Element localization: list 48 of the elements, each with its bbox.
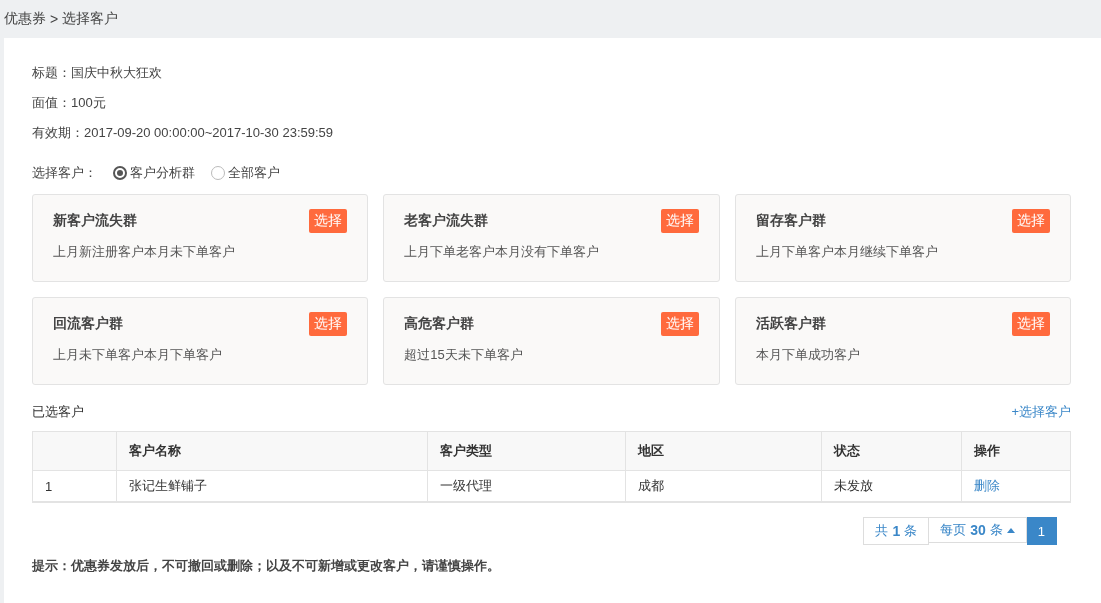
- delete-link[interactable]: 删除: [973, 478, 1000, 493]
- info-label: 有效期：: [32, 125, 84, 140]
- page-size-dropdown[interactable]: 每页 30 条: [929, 517, 1027, 543]
- total-count: 共 1 条: [863, 517, 930, 545]
- group-description: 本月下单成功客户: [755, 346, 861, 364]
- radio-option[interactable]: 全部客户: [211, 164, 280, 182]
- group-title: 老客户流失群: [404, 212, 489, 230]
- select-button[interactable]: 选择: [309, 209, 348, 233]
- radio-option[interactable]: 客户分析群: [113, 164, 195, 182]
- table-cell: 张记生鲜铺子: [116, 470, 428, 502]
- column-header: 客户类型: [427, 431, 626, 471]
- page-button[interactable]: 1: [1026, 517, 1057, 545]
- table-cell: 成都: [625, 470, 822, 502]
- info-label: 标题：: [32, 65, 71, 80]
- table-cell: 一级代理: [427, 470, 626, 502]
- group-description: 上月未下单客户本月下单客户: [53, 346, 223, 364]
- table-cell: 未发放: [821, 470, 962, 502]
- column-header: 客户名称: [116, 431, 428, 471]
- select-button[interactable]: 选择: [1012, 312, 1050, 336]
- column-header: 状态: [821, 431, 962, 471]
- group-title: 新客户流失群: [53, 212, 137, 230]
- info-value: 2017-09-20 00:00:00~2017-10-30 23:59:59: [84, 125, 334, 140]
- column-header: 操作: [961, 431, 1071, 471]
- select-button[interactable]: 选择: [309, 312, 348, 336]
- notice-text: 提示：优惠券发放后，不可撤回或删除；以及不可新增或更改客户，请谨慎操作。: [32, 557, 501, 575]
- select-button[interactable]: 选择: [660, 312, 699, 336]
- add-customer-link[interactable]: +选择客户: [1011, 403, 1071, 421]
- group-title: 留存客户群: [755, 212, 826, 230]
- info-value: 100元: [71, 95, 106, 110]
- group-description: 上月下单客户本月继续下单客户: [755, 243, 939, 261]
- column-header: 地区: [625, 431, 822, 471]
- info-value: 国庆中秋大狂欢: [71, 65, 162, 80]
- table-cell: 1: [32, 470, 117, 502]
- group-description: 上月新注册客户本月未下单客户: [53, 243, 236, 261]
- group-title: 高危客户群: [404, 315, 475, 333]
- choice-label: 选择客户：: [32, 164, 97, 182]
- breadcrumb-current: 选择客户: [62, 10, 119, 28]
- select-button[interactable]: 选择: [1012, 209, 1050, 233]
- select-button[interactable]: 选择: [660, 209, 699, 233]
- group-description: 上月下单老客户本月没有下单客户: [404, 243, 601, 261]
- breadcrumb-link[interactable]: 优惠券: [4, 10, 46, 28]
- breadcrumb-separator: >: [50, 11, 59, 27]
- info-label: 面值：: [32, 95, 71, 110]
- section-title: 已选客户: [32, 403, 84, 421]
- group-title: 活跃客户群: [755, 315, 826, 333]
- caret-icon: [1006, 527, 1015, 533]
- group-description: 超过15天未下单客户: [404, 346, 524, 364]
- group-title: 回流客户群: [53, 315, 123, 333]
